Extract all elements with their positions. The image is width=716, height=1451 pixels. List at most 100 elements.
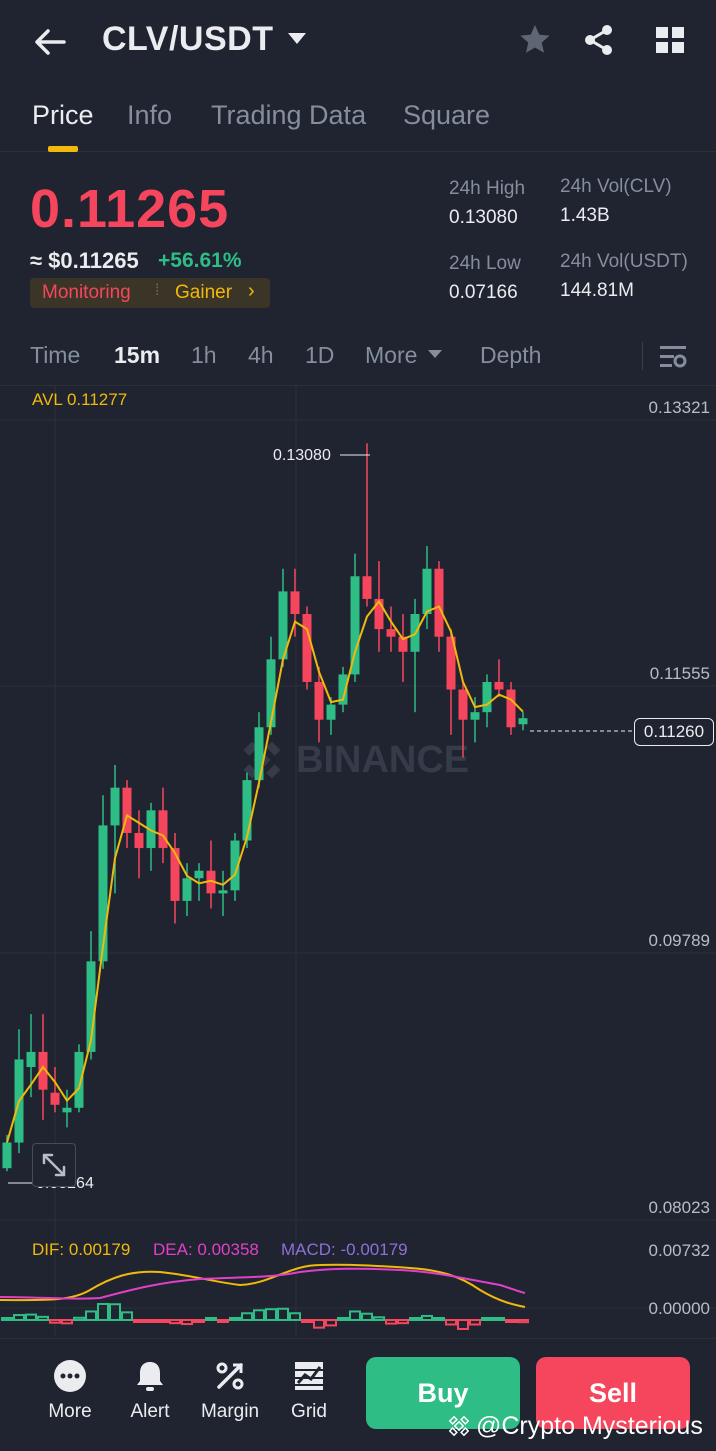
macd-label: MACD: -0.00179 — [281, 1240, 408, 1259]
depth-tab[interactable]: Depth — [480, 342, 541, 369]
macd-bar — [205, 1317, 217, 1321]
candle-body — [482, 681, 492, 713]
more-button[interactable]: More — [35, 1359, 105, 1423]
tab-square[interactable]: Square — [403, 100, 490, 131]
interval-1d[interactable]: 1D — [305, 342, 334, 369]
author-watermark: @Crypto Mysterious — [476, 1412, 703, 1440]
macd-bar — [13, 1314, 25, 1322]
candle-body — [254, 727, 264, 781]
candle-body — [386, 629, 396, 637]
macd-bar — [385, 1319, 397, 1325]
candle-body — [290, 591, 300, 615]
macd-bar — [25, 1313, 37, 1321]
dif-label: DIF: 0.00179 — [32, 1240, 131, 1259]
alert-label: Alert — [130, 1401, 170, 1422]
grid-apps-icon[interactable] — [652, 22, 688, 58]
tab-trading-data[interactable]: Trading Data — [211, 100, 366, 131]
gainer-tag[interactable]: Gainer — [175, 282, 232, 304]
macd-bar — [325, 1319, 337, 1327]
interval-1h[interactable]: 1h — [191, 342, 217, 369]
vol-quote-value: 144.81M — [560, 280, 634, 301]
candle-body — [62, 1107, 72, 1113]
macd-bar — [481, 1317, 493, 1321]
section-tabs: Price Info Trading Data Square — [0, 92, 716, 152]
candle-body — [74, 1051, 84, 1108]
back-arrow-icon[interactable] — [30, 22, 70, 62]
pair-dropdown-caret-icon[interactable] — [288, 33, 306, 44]
interval-more[interactable]: More — [365, 342, 417, 369]
macd-bar — [253, 1309, 265, 1322]
candle-body — [134, 832, 144, 849]
candle-body — [110, 787, 120, 826]
macd-bar — [469, 1319, 481, 1326]
macd-bar — [193, 1319, 205, 1323]
macd-bar — [169, 1319, 181, 1325]
candles-layer — [2, 443, 528, 1172]
macd-bar — [421, 1314, 433, 1321]
interval-time[interactable]: Time — [30, 342, 80, 369]
percent-icon — [216, 1362, 244, 1390]
tab-price[interactable]: Price — [32, 100, 94, 131]
candle-body — [470, 712, 480, 720]
alert-button[interactable]: Alert — [115, 1359, 185, 1423]
candle-body — [494, 681, 504, 690]
macd-bar — [265, 1308, 277, 1321]
macd-bar — [361, 1312, 373, 1321]
macd-bar — [85, 1310, 97, 1321]
grid-button[interactable]: Grid — [274, 1359, 344, 1423]
ma-line — [6, 599, 524, 1143]
tag-bar[interactable]: Monitoring ⁞ Gainer › — [30, 278, 270, 308]
macd-bar — [445, 1319, 457, 1326]
fullscreen-expand-button[interactable] — [32, 1143, 76, 1187]
grid-bot-icon — [295, 1362, 323, 1390]
macd-bar — [313, 1319, 325, 1329]
y-axis-label-1: 0.13321 — [648, 398, 710, 417]
monitoring-tag[interactable]: Monitoring — [42, 282, 131, 304]
chart-settings-icon[interactable] — [658, 342, 688, 372]
active-tab-indicator — [48, 146, 78, 152]
interval-divider — [642, 342, 643, 370]
binance-watermark: BINANCE — [243, 739, 469, 781]
candle-body — [374, 598, 384, 630]
avl-label: AVL 0.11277 — [32, 390, 128, 409]
share-icon[interactable] — [581, 22, 617, 58]
more-label: More — [48, 1401, 92, 1422]
price-chart[interactable]: BINANCE 0.13080 0.08264 — [0, 386, 716, 1336]
margin-button[interactable]: Margin — [195, 1359, 265, 1423]
macd-bar — [409, 1317, 421, 1321]
more-caret-icon — [428, 350, 442, 358]
candle-body — [314, 681, 324, 720]
macd-bar — [1, 1317, 13, 1321]
macd-bar — [373, 1316, 385, 1322]
candle-body — [518, 718, 528, 725]
interval-bar: Time 15m 1h 4h 1D More Depth — [0, 330, 716, 386]
macd-bar — [61, 1319, 73, 1325]
macd-bar — [121, 1311, 133, 1321]
candle-body — [182, 878, 192, 901]
candle-body — [434, 568, 444, 637]
interval-4h[interactable]: 4h — [248, 342, 274, 369]
macd-bar — [181, 1319, 193, 1326]
macd-bar — [289, 1312, 301, 1321]
vol-quote-label: 24h Vol(USDT) — [560, 251, 688, 272]
high-marker-label: 0.13080 — [273, 447, 331, 464]
dif-line — [0, 1263, 526, 1308]
interval-15m[interactable]: 15m — [114, 342, 160, 369]
candle-body — [218, 890, 228, 894]
macd-bar — [133, 1319, 145, 1323]
vol-base-label: 24h Vol(CLV) — [560, 176, 672, 197]
pair-title[interactable]: CLV/USDT — [102, 20, 273, 59]
star-icon[interactable] — [517, 22, 553, 58]
candle-body — [458, 689, 468, 720]
macd-bar — [301, 1319, 313, 1323]
current-price-tag: 0.11260 — [634, 718, 714, 746]
candle-body — [50, 1092, 60, 1105]
macd-bar — [73, 1316, 85, 1321]
candle-body — [422, 568, 432, 615]
last-price: 0.11265 — [30, 179, 230, 239]
high-value: 0.13080 — [449, 207, 518, 228]
low-value: 0.07166 — [449, 282, 518, 303]
macd-axis-zero: 0.00000 — [648, 1299, 710, 1318]
tab-info[interactable]: Info — [127, 100, 172, 131]
chevron-right-icon: › — [248, 280, 255, 302]
